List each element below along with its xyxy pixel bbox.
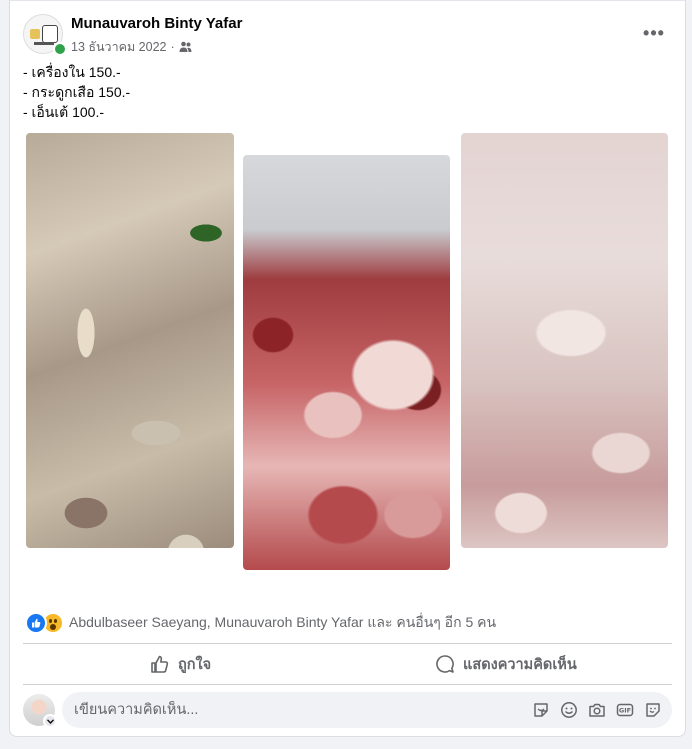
comment-tools: GIF xyxy=(532,701,662,719)
comment-box[interactable]: GIF xyxy=(62,692,672,728)
chevron-down-icon[interactable] xyxy=(43,714,57,728)
post-meta: 13 ธันวาคม 2022 · xyxy=(71,37,192,57)
online-status-dot xyxy=(53,42,67,56)
top-divider xyxy=(10,0,685,1)
comment-input[interactable] xyxy=(62,701,516,719)
post-line: - เครื่องใน 150.- xyxy=(23,64,121,80)
comment-icon xyxy=(436,655,454,673)
like-button[interactable]: ถูกใจ xyxy=(150,649,211,679)
like-label: ถูกใจ xyxy=(178,656,212,673)
post-date[interactable]: 13 ธันวาคม 2022 xyxy=(71,37,166,57)
camera-icon[interactable] xyxy=(588,701,606,719)
sticker-icon[interactable] xyxy=(532,701,550,719)
comment-button[interactable]: แสดงความคิดเห็น xyxy=(435,649,577,679)
thumbs-up-icon xyxy=(151,655,169,673)
post-card: Munauvaroh Binty Yafar 13 ธันวาคม 2022 ·… xyxy=(9,0,686,737)
meta-separator: · xyxy=(170,40,175,54)
friends-icon[interactable] xyxy=(179,41,192,53)
like-reaction-icon xyxy=(25,612,47,634)
author-name[interactable]: Munauvaroh Binty Yafar xyxy=(71,15,242,32)
avatar-sticker-icon[interactable] xyxy=(644,701,662,719)
post-text: - เครื่องใน 150.- - กระดูกเสือ 150.- - เ… xyxy=(23,62,130,122)
post-photo-3[interactable] xyxy=(461,133,668,548)
gif-icon[interactable]: GIF xyxy=(616,701,634,719)
svg-text:GIF: GIF xyxy=(619,707,631,715)
actions-divider xyxy=(23,684,672,685)
comment-label: แสดงความคิดเห็น xyxy=(463,656,577,673)
reactions-text[interactable]: Abdulbaseer Saeyang, Munauvaroh Binty Ya… xyxy=(69,612,496,634)
post-line: - กระดูกเสือ 150.- xyxy=(23,84,131,100)
more-options-button[interactable]: ••• xyxy=(639,18,669,48)
post-line: - เอ็นเต้ 100.- xyxy=(23,104,104,120)
emoji-icon[interactable] xyxy=(560,701,578,719)
post-photo-1[interactable] xyxy=(26,133,234,548)
reactions-summary[interactable]: Abdulbaseer Saeyang, Munauvaroh Binty Ya… xyxy=(25,612,496,634)
post-photo-2[interactable] xyxy=(243,155,450,570)
reactions-divider xyxy=(23,643,672,644)
